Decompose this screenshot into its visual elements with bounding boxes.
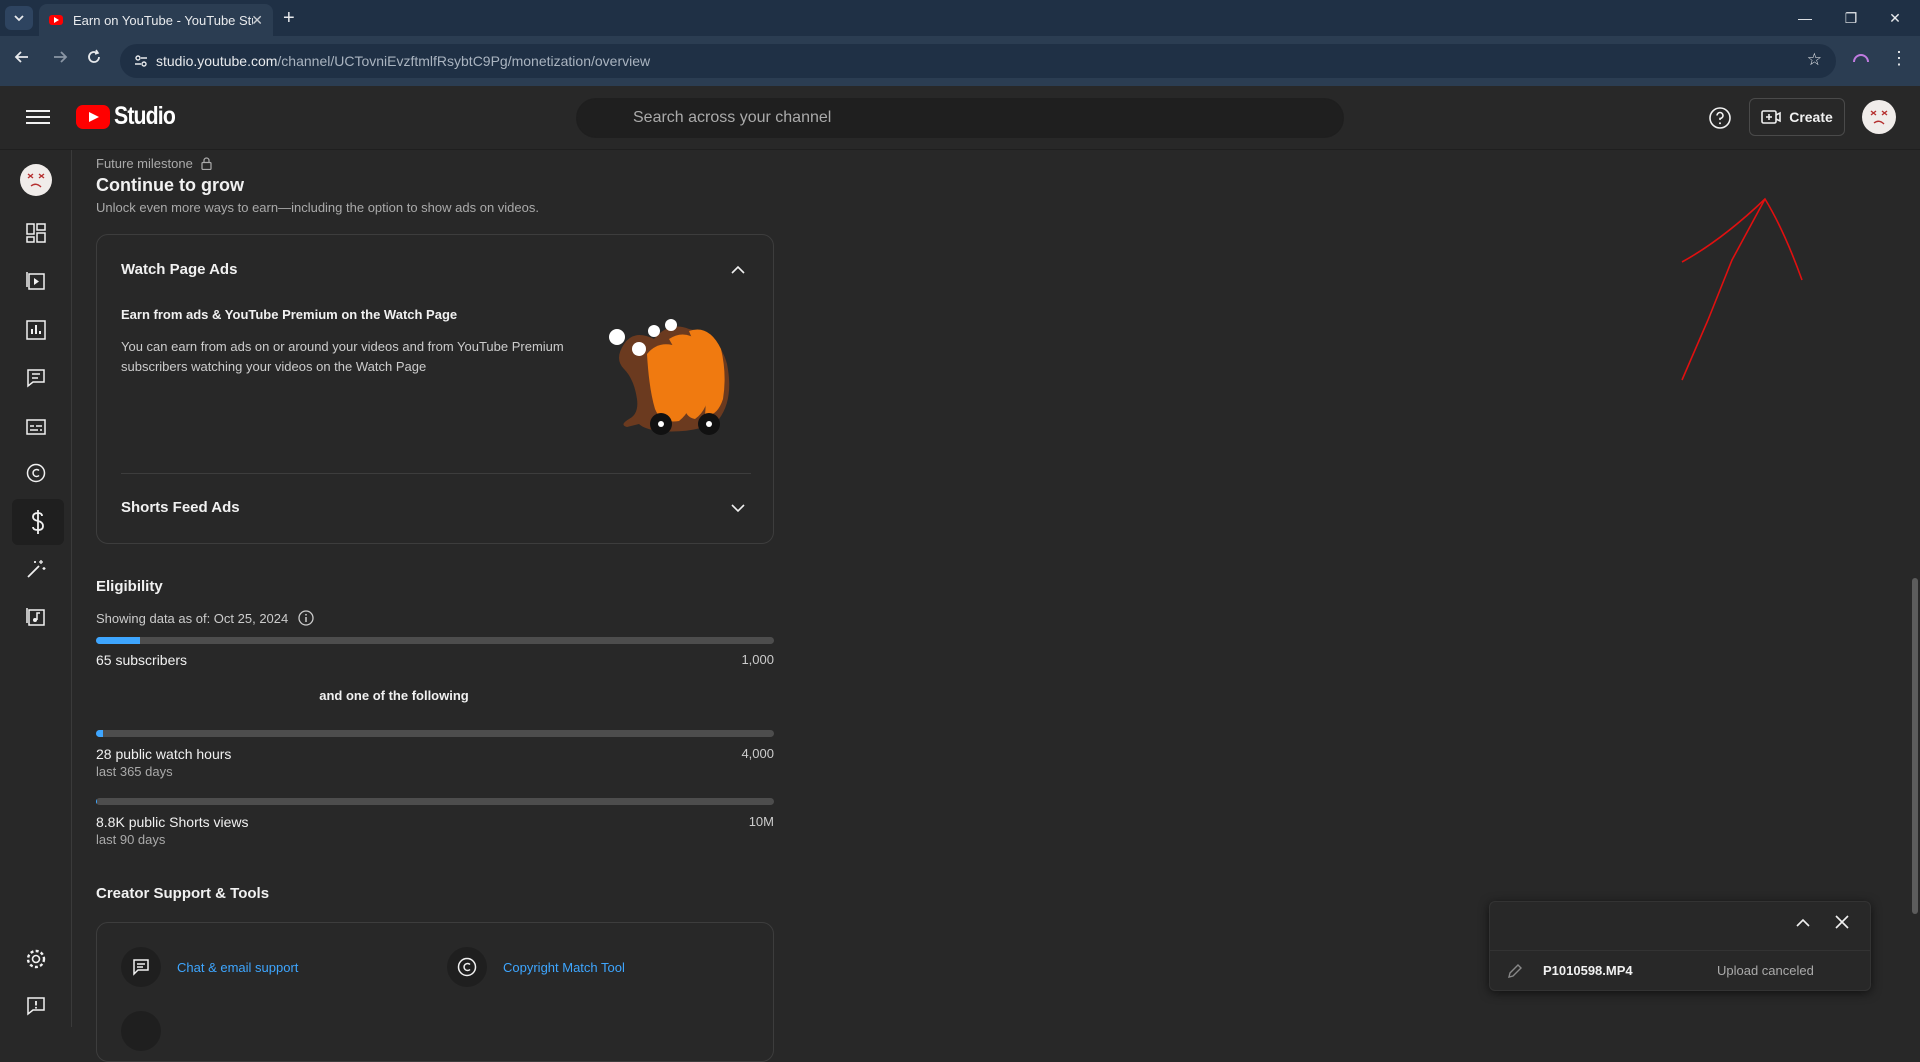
watch-page-ads-body: You can earn from ads on or around your … (121, 339, 564, 374)
back-button[interactable] (10, 49, 34, 70)
eligibility-date-text: Showing data as of: Oct 25, 2024 (96, 610, 289, 626)
copyright-nav-icon[interactable] (20, 457, 52, 489)
youtube-logo-icon (76, 104, 110, 129)
window-close-button[interactable]: ✕ (1880, 6, 1910, 30)
chevron-down-icon (14, 15, 24, 22)
menu-icon[interactable] (26, 106, 50, 130)
settings-gear-icon[interactable] (20, 943, 52, 975)
watch-hours-sublabel: last 365 days (96, 764, 173, 779)
create-label: Create (1789, 109, 1833, 125)
arrow-left-icon (14, 51, 28, 63)
tab-title: Earn on YouTube - YouTube Studio (73, 12, 253, 28)
studio-header: Studio Search across your channel Create (0, 86, 1920, 150)
lock-icon (201, 157, 212, 170)
shorts-views-sublabel: last 90 days (96, 832, 166, 847)
chevron-down-icon[interactable] (731, 503, 745, 513)
support-title: Creator Support & Tools (96, 885, 270, 902)
browser-toolbar: studio.youtube.com/channel/UCTovniEvzftm… (0, 36, 1920, 86)
watch-page-ads-title[interactable]: Watch Page Ads (121, 261, 237, 278)
studio-logo[interactable]: Studio (76, 102, 186, 131)
forward-button[interactable] (48, 49, 72, 70)
chat-icon (121, 947, 161, 987)
site-settings-icon[interactable] (134, 54, 148, 68)
account-avatar[interactable] (1862, 100, 1896, 134)
help-icon[interactable] (1708, 106, 1732, 130)
new-tab-button[interactable]: + (283, 6, 295, 30)
info-icon[interactable] (298, 610, 314, 626)
upload-filename: P1010598.MP4 (1543, 963, 1633, 978)
shorts-views-progress (96, 798, 774, 805)
customization-icon[interactable] (20, 553, 52, 585)
tab-close-icon[interactable]: ✕ (251, 12, 263, 29)
popcorn-cart-illustration (609, 319, 730, 435)
analytics-icon[interactable] (20, 314, 52, 346)
subscribers-progress (96, 637, 774, 644)
milestone-eyebrow: Future milestone (96, 156, 212, 171)
browser-menu-icon[interactable]: ⋮ (1890, 48, 1908, 69)
chat-support-link[interactable]: Chat & email support (177, 960, 298, 975)
create-button[interactable]: Create (1749, 98, 1845, 136)
channel-avatar[interactable] (20, 164, 52, 196)
scrollbar-thumb[interactable] (1912, 578, 1918, 914)
logo-text: Studio (114, 102, 176, 130)
subscribers-progress-fill (96, 637, 141, 644)
search-input[interactable]: Search across your channel (576, 98, 1344, 138)
subscribers-label: 65 subscribers (96, 652, 188, 668)
watch-page-ads-subtitle: Earn from ads & YouTube Premium on the W… (121, 307, 458, 322)
pencil-icon (1508, 964, 1522, 978)
annotation-arrow (1681, 197, 1803, 381)
reload-icon (88, 49, 100, 63)
eligibility-date: Showing data as of: Oct 25, 2024 (96, 610, 314, 626)
shorts-views-label: 8.8K public Shorts views (96, 814, 249, 830)
subtitles-icon[interactable] (20, 411, 52, 443)
tab-search-button[interactable] (5, 6, 33, 30)
copyright-match-link[interactable]: Copyright Match Tool (503, 960, 625, 975)
audio-library-icon[interactable] (20, 601, 52, 633)
youtube-favicon-icon (49, 15, 63, 25)
subscribers-goal: 1,000 (741, 652, 774, 667)
address-bar[interactable]: studio.youtube.com/channel/UCTovniEvzftm… (120, 44, 1836, 78)
left-sidebar (0, 150, 72, 1027)
minimize-button[interactable]: — (1790, 6, 1820, 30)
milestone-title: Continue to grow (96, 175, 244, 195)
browser-tab[interactable]: Earn on YouTube - YouTube Studio ✕ (39, 4, 273, 36)
ads-card: Watch Page Ads Earn from ads & YouTube P… (96, 234, 774, 544)
arrow-right-icon (54, 51, 68, 63)
restore-button[interactable]: ❐ (1836, 6, 1866, 30)
watch-hours-progress (96, 730, 774, 737)
upload-status: Upload canceled (1717, 963, 1814, 978)
chevron-up-icon[interactable] (1796, 918, 1810, 928)
chevron-up-icon[interactable] (731, 265, 745, 275)
dashboard-icon[interactable] (20, 217, 52, 249)
shorts-views-goal: 10M (748, 814, 774, 829)
shorts-feed-ads-title[interactable]: Shorts Feed Ads (121, 499, 240, 516)
milestone-eyebrow-text: Future milestone (96, 156, 193, 171)
milestone-description: Unlock even more ways to earn—including … (96, 200, 539, 215)
panel-divider (1490, 950, 1870, 951)
support-card: Chat & email support Copyright Match Too… (96, 922, 774, 1062)
content-icon[interactable] (20, 265, 52, 297)
close-icon[interactable] (1834, 914, 1850, 930)
main-content: Future milestone Continue to grow Unlock… (72, 150, 1920, 1062)
feedback-icon[interactable] (20, 990, 52, 1022)
card-divider (121, 473, 751, 474)
watch-hours-progress-fill (96, 730, 103, 737)
watch-hours-label: 28 public watch hours (96, 746, 232, 762)
comments-icon[interactable] (20, 362, 52, 394)
tool-icon (121, 1011, 161, 1051)
eligibility-title: Eligibility (96, 578, 163, 595)
browser-tab-bar: Earn on YouTube - YouTube Studio ✕ + — ❐… (0, 0, 1920, 36)
extension-loading-icon[interactable] (1850, 50, 1872, 72)
url-path: /channel/UCTovniEvzftmlfRsybtC9Pg/moneti… (277, 53, 651, 69)
upload-status-panel: P1010598.MP4 Upload canceled (1489, 901, 1871, 991)
watch-hours-goal: 4,000 (741, 746, 774, 761)
earn-icon[interactable] (12, 499, 64, 545)
reload-button[interactable] (82, 49, 106, 70)
bookmark-star-icon[interactable]: ☆ (1807, 50, 1822, 70)
url-host: studio.youtube.com (156, 53, 278, 69)
copyright-icon (447, 947, 487, 987)
video-add-icon (1761, 110, 1782, 124)
shorts-views-progress-fill (96, 798, 97, 805)
eligibility-separator: and one of the following (319, 688, 469, 703)
